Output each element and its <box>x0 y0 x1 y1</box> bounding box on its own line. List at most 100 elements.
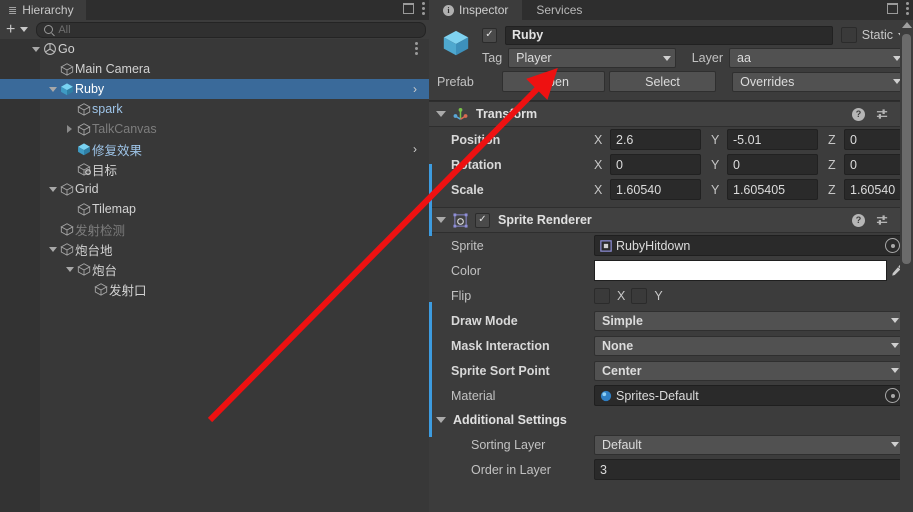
additional-settings-title: Additional Settings <box>453 413 567 427</box>
hierarchy-item-1[interactable]: Main Camera <box>0 59 429 79</box>
hierarchy-window-controls <box>403 2 425 15</box>
tab-inspector-label: Inspector <box>459 3 509 17</box>
sprite-renderer-enabled-checkbox[interactable]: ✓ <box>475 212 490 228</box>
component-title: Sprite Renderer <box>498 213 592 227</box>
gameobject-icon <box>59 243 74 256</box>
scene-icon <box>43 43 56 55</box>
hierarchy-item-icon <box>58 79 75 99</box>
field-scale-y[interactable]: 1.605405 <box>727 179 818 200</box>
transform-row-1: Rotation X 0 Y 0 Z 0 <box>429 152 913 177</box>
hierarchy-item-5[interactable]: 修复效果 › <box>0 139 429 159</box>
help-icon[interactable]: ? <box>852 107 865 121</box>
hierarchy-item-icon <box>58 179 75 199</box>
hierarchy-item-3[interactable]: spark <box>0 99 429 119</box>
flip-y-checkbox[interactable] <box>631 287 648 304</box>
scene-menu-icon[interactable] <box>415 42 418 55</box>
inspector-window-controls <box>887 2 909 15</box>
gameobject-icon <box>76 263 91 276</box>
chevron-down-icon[interactable] <box>20 27 29 32</box>
foldout-toggle <box>81 279 92 299</box>
hierarchy-item-9[interactable]: 发射检测 <box>0 219 429 239</box>
axis-label-y: Y <box>711 157 720 172</box>
component-header-transform[interactable]: Transform ? <box>429 101 913 127</box>
hierarchy-item-11[interactable]: 炮台 <box>0 259 429 279</box>
hierarchy-item-icon <box>75 139 92 159</box>
object-enabled-checkbox[interactable]: ✓ <box>482 27 497 43</box>
foldout-arrow-icon[interactable] <box>436 111 446 117</box>
hierarchy-item-icon <box>58 219 75 239</box>
additional-settings-row-0: Sorting Layer Default <box>429 432 913 457</box>
hierarchy-item-12[interactable]: 发射口 <box>0 279 429 299</box>
open-prefab-chevron-icon[interactable]: › <box>413 79 417 99</box>
foldout-toggle[interactable] <box>47 179 58 199</box>
color-field[interactable] <box>594 260 887 281</box>
tab-services[interactable]: Services <box>522 0 596 20</box>
preset-icon[interactable] <box>876 108 889 121</box>
chevron-down-icon <box>48 246 57 252</box>
maximize-icon[interactable] <box>403 3 414 14</box>
field-position-x[interactable]: 2.6 <box>610 129 701 150</box>
tab-inspector[interactable]: i Inspector <box>429 0 523 20</box>
hierarchy-menu-icon[interactable] <box>422 2 425 15</box>
field-position-y[interactable]: -5.01 <box>727 129 818 150</box>
open-button[interactable]: Open <box>502 71 605 92</box>
object-picker-icon[interactable] <box>885 238 900 253</box>
hierarchy-item-7[interactable]: Grid <box>0 179 429 199</box>
foldout-toggle[interactable] <box>30 39 41 59</box>
tag-dropdown[interactable]: Player <box>508 48 676 68</box>
object-picker-icon[interactable] <box>885 388 900 403</box>
scrollbar-thumb[interactable] <box>902 34 911 264</box>
object-field-material[interactable]: Sprites-Default <box>594 385 904 406</box>
field-scale-x[interactable]: 1.60540 <box>610 179 701 200</box>
help-icon[interactable]: ? <box>852 213 865 227</box>
hierarchy-item-icon <box>75 119 92 139</box>
hierarchy-item-8[interactable]: Tilemap <box>0 199 429 219</box>
foldout-toggle[interactable] <box>47 239 58 259</box>
overrides-dropdown[interactable]: Overrides <box>732 71 906 92</box>
add-object-button[interactable]: + <box>6 21 15 37</box>
field-rotation-x[interactable]: 0 <box>610 154 701 175</box>
inspector-scrollbar[interactable] <box>900 20 913 512</box>
hierarchy-item-10[interactable]: 炮台地 <box>0 239 429 259</box>
hierarchy-item-4[interactable]: TalkCanvas <box>0 119 429 139</box>
property-label: Sorting Layer <box>471 437 546 452</box>
axis-label-y: Y <box>711 182 720 197</box>
inspector-menu-icon[interactable] <box>906 2 909 15</box>
static-checkbox[interactable] <box>840 27 857 43</box>
dropdown-sprite-sort-point[interactable]: Center <box>594 360 904 381</box>
select-button[interactable]: Select <box>608 71 717 92</box>
maximize-icon[interactable] <box>887 3 898 14</box>
foldout-arrow-icon[interactable] <box>436 417 446 423</box>
scroll-up-arrow-icon[interactable] <box>902 22 912 28</box>
flip-group: XY <box>594 287 913 304</box>
flip-x-checkbox[interactable] <box>594 287 610 304</box>
hierarchy-item-6[interactable]: 目标 <box>0 159 429 179</box>
foldout-toggle[interactable] <box>64 259 75 279</box>
tab-hierarchy[interactable]: ≣ Hierarchy <box>0 0 86 20</box>
foldout-arrow-icon[interactable] <box>436 217 446 223</box>
dropdown-sorting-layer[interactable]: Default <box>594 434 904 455</box>
hierarchy-item-0[interactable]: Go <box>0 39 429 59</box>
chevron-down-icon <box>48 86 57 92</box>
component-header-sprite-renderer[interactable]: ✓ Sprite Renderer ? <box>429 207 913 233</box>
additional-settings-foldout[interactable]: Additional Settings <box>429 408 913 432</box>
layer-dropdown[interactable]: aa <box>729 48 906 68</box>
dropdown-draw-mode[interactable]: Simple <box>594 310 904 331</box>
hierarchy-item-label: Grid <box>75 182 99 196</box>
foldout-toggle[interactable] <box>47 79 58 99</box>
foldout-toggle <box>64 199 75 219</box>
gameobject-cube-icon <box>443 30 471 58</box>
sprite-renderer-row-0: Sprite RubyHitdown <box>429 233 913 258</box>
hierarchy-item-2[interactable]: Ruby › <box>0 79 429 99</box>
hierarchy-item-icon <box>75 259 92 279</box>
search-input[interactable]: All <box>36 21 426 38</box>
foldout-toggle[interactable] <box>64 119 75 139</box>
open-prefab-chevron-icon[interactable]: › <box>413 139 417 159</box>
number-field-order-in-layer[interactable]: 3 <box>594 459 904 480</box>
preset-icon[interactable] <box>876 214 889 227</box>
axis-label-y: Y <box>711 132 720 147</box>
dropdown-mask-interaction[interactable]: None <box>594 335 904 356</box>
object-field-sprite[interactable]: RubyHitdown <box>594 235 904 256</box>
object-name-field[interactable]: Ruby <box>505 25 833 45</box>
field-rotation-y[interactable]: 0 <box>727 154 818 175</box>
